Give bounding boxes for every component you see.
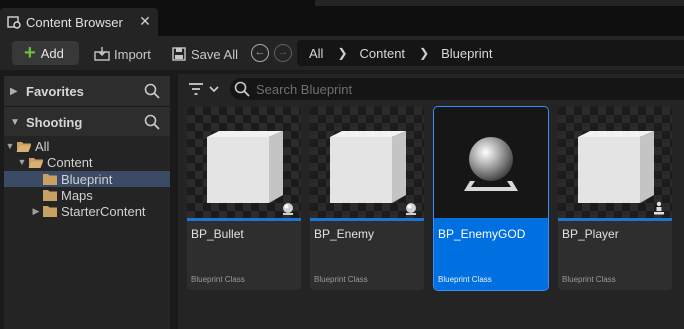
tree-item-label: Blueprint: [61, 171, 113, 187]
back-arrow-icon[interactable]: ←: [251, 44, 269, 62]
filter-icon: [189, 83, 203, 95]
asset-thumbnail: [434, 107, 548, 218]
asset-type-bar: [558, 218, 672, 221]
import-icon: [94, 46, 110, 62]
content-browser-window: Content Browser ✕ + Add Import Save All …: [0, 0, 684, 329]
tree-item-label: Maps: [61, 187, 93, 203]
asset-tile-bp-player[interactable]: BP_Player Blueprint Class: [558, 107, 672, 290]
save-all-button[interactable]: Save All: [171, 45, 238, 63]
cube-icon: [330, 131, 406, 203]
filter-dropdown[interactable]: [188, 81, 224, 97]
asset-type: Blueprint Class: [191, 275, 245, 284]
asset-type-bar: [310, 218, 424, 221]
search-input[interactable]: Search Blueprint: [230, 78, 684, 100]
asset-tile-bp-enemy[interactable]: BP_Enemy Blueprint Class: [310, 107, 424, 290]
chevron-right-icon[interactable]: ▶: [10, 86, 22, 97]
pawn-icon: [406, 203, 416, 215]
save-icon: [171, 46, 187, 62]
folder-open-icon: [16, 141, 31, 152]
asset-thumbnail: [558, 107, 672, 218]
chevron-down-icon[interactable]: ▼: [10, 117, 22, 128]
asset-name: BP_EnemyGOD: [438, 227, 526, 241]
breadcrumb-blueprint[interactable]: Blueprint: [441, 46, 492, 61]
chevron-right-icon[interactable]: ❯: [337, 46, 347, 60]
asset-type: Blueprint Class: [438, 275, 492, 284]
tree-item-startercontent[interactable]: ▶ StarterContent: [4, 203, 170, 219]
tab-strip: Content Browser ✕: [0, 0, 684, 36]
breadcrumb-all[interactable]: All: [309, 46, 323, 61]
asset-name: BP_Player: [562, 227, 619, 241]
content-browser-icon: [6, 14, 22, 30]
pawn-icon: [283, 203, 293, 215]
asset-type: Blueprint Class: [314, 275, 368, 284]
close-tab-icon[interactable]: ✕: [138, 14, 152, 28]
save-all-button-label: Save All: [191, 46, 238, 62]
asset-tile-bp-enemygod[interactable]: BP_EnemyGOD Blueprint Class: [433, 106, 549, 291]
search-icon[interactable]: [144, 114, 160, 130]
search-icon: [234, 81, 250, 97]
breadcrumb: All ❯ Content ❯ Blueprint: [297, 40, 684, 66]
breadcrumb-content[interactable]: Content: [360, 46, 406, 61]
cube-icon: [207, 131, 283, 203]
asset-name: BP_Bullet: [191, 227, 244, 241]
folder-icon: [43, 205, 57, 217]
favorites-section-header[interactable]: ▶ Favorites: [4, 76, 170, 106]
project-label: Shooting: [26, 114, 83, 130]
toolbar: + Add Import Save All ← → All ❯ Content …: [0, 36, 684, 70]
chevron-down-icon[interactable]: ▼: [16, 157, 28, 167]
folder-icon: [43, 173, 57, 185]
tree-item-label: StarterContent: [61, 203, 146, 219]
tree-item-blueprint[interactable]: Blueprint: [4, 171, 170, 187]
asset-type: Blueprint Class: [562, 275, 616, 284]
chevron-down-icon: [209, 86, 219, 93]
tree-item-label: Content: [47, 154, 93, 170]
import-button-label: Import: [114, 46, 151, 62]
tree-item-label: All: [35, 138, 50, 154]
tab-title: Content Browser: [26, 14, 123, 30]
chevron-right-icon[interactable]: ▶: [30, 206, 42, 217]
tab-strip-divider: [315, 0, 684, 6]
tab-content-browser[interactable]: Content Browser ✕: [0, 8, 158, 36]
cube-icon: [578, 131, 654, 203]
search-icon[interactable]: [144, 83, 160, 99]
plus-icon: +: [24, 42, 36, 64]
folder-open-icon: [28, 157, 43, 168]
chevron-down-icon[interactable]: ▼: [4, 141, 16, 151]
folder-icon: [43, 189, 57, 201]
favorites-label: Favorites: [26, 83, 84, 99]
asset-view: Search Blueprint BP_Bullet Blueprint Cla…: [178, 74, 684, 329]
add-button[interactable]: + Add: [12, 41, 79, 65]
asset-type-bar: [434, 218, 548, 221]
sphere-actor-icon: [464, 137, 518, 191]
filter-bar: Search Blueprint: [178, 74, 684, 104]
add-button-label: Add: [40, 45, 64, 61]
import-button[interactable]: Import: [94, 45, 151, 63]
tree-item-all[interactable]: ▼ All: [4, 138, 170, 154]
character-icon: [654, 201, 664, 215]
search-placeholder: Search Blueprint: [256, 81, 353, 97]
tree-item-maps[interactable]: Maps: [4, 187, 170, 203]
tree-item-content[interactable]: ▼ Content: [4, 154, 170, 170]
asset-type-bar: [187, 218, 301, 221]
asset-thumbnail: [187, 107, 301, 218]
project-section-header[interactable]: ▼ Shooting: [4, 107, 170, 137]
forward-arrow-icon[interactable]: →: [274, 44, 292, 62]
chevron-right-icon[interactable]: ❯: [419, 46, 429, 60]
asset-tile-bp-bullet[interactable]: BP_Bullet Blueprint Class: [187, 107, 301, 290]
asset-name: BP_Enemy: [314, 227, 375, 241]
asset-thumbnail: [310, 107, 424, 218]
